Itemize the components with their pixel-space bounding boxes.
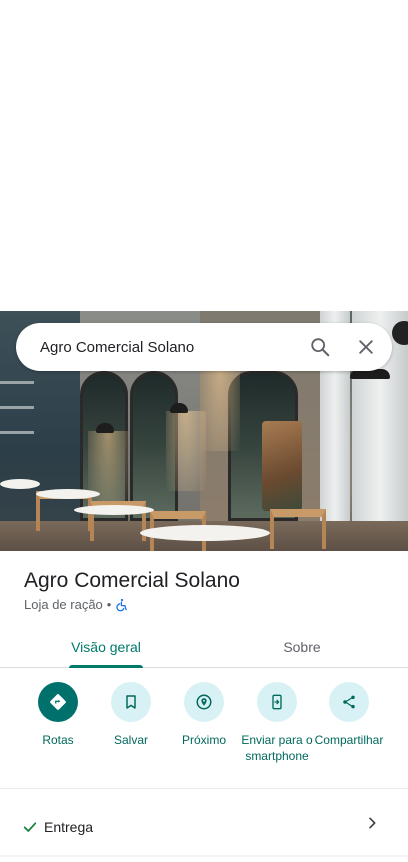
bottom-divider [0, 855, 408, 857]
photo-lamp [170, 403, 188, 413]
photo-table [140, 525, 270, 541]
share-label: Compartilhar [314, 733, 384, 747]
section-divider [0, 788, 408, 789]
photo-shelf [0, 406, 34, 409]
photo-shelf [0, 381, 34, 384]
place-title: Agro Comercial Solano [24, 569, 240, 592]
send-to-phone-icon [272, 694, 282, 710]
chevron-right-icon[interactable] [364, 815, 380, 831]
directions-icon [50, 694, 66, 710]
search-icon [311, 338, 330, 357]
send-to-phone-label: Enviar para o smartphone [241, 733, 313, 763]
directions-label: Rotas [42, 733, 74, 747]
photo-table [74, 505, 154, 515]
check-icon [23, 822, 37, 832]
separator-dot: • [106, 597, 112, 612]
save-label: Salvar [113, 733, 148, 747]
photo-table [0, 479, 40, 489]
photo-table [36, 489, 100, 499]
search-bar[interactable]: Agro Comercial Solano [16, 323, 392, 371]
send-to-phone-circle[interactable] [257, 682, 297, 722]
search-button[interactable] [300, 327, 340, 367]
delivery-row[interactable]: Entrega [0, 805, 408, 849]
share-icon [343, 695, 355, 709]
close-button[interactable] [346, 327, 386, 367]
directions-circle[interactable] [38, 682, 78, 722]
close-icon [359, 340, 373, 354]
photo-mural [262, 421, 302, 511]
place-subtitle: Loja de ração • [24, 597, 129, 612]
photo-light [88, 431, 128, 511]
nearby-label: Próximo [181, 733, 226, 747]
nearby-button[interactable]: Próximo [168, 682, 240, 748]
save-circle[interactable] [111, 682, 151, 722]
photo-light [200, 371, 240, 451]
active-tab-indicator [69, 665, 143, 668]
wheelchair-accessible-icon[interactable] [115, 598, 129, 612]
tab-overview[interactable]: Visão geral [55, 626, 157, 668]
place-page: Agro Comercial Solano Agro Comercial Sol… [0, 0, 408, 862]
save-button[interactable]: Salvar [95, 682, 167, 748]
bookmark-icon [126, 695, 136, 709]
send-to-phone-button[interactable]: Enviar para o smartphone [241, 682, 313, 764]
share-button[interactable]: Compartilhar [313, 682, 385, 748]
place-category[interactable]: Loja de ração [24, 597, 103, 612]
tab-about[interactable]: Sobre [250, 626, 354, 668]
directions-button[interactable]: Rotas [22, 682, 94, 748]
photo-shelf [0, 431, 34, 434]
nearby-icon [196, 694, 212, 710]
place-tabs: Visão geral Sobre [0, 626, 408, 668]
delivery-label: Entrega [44, 819, 94, 835]
photo-chair [270, 509, 326, 549]
share-circle[interactable] [329, 682, 369, 722]
nearby-circle[interactable] [184, 682, 224, 722]
photo-lamp [96, 423, 114, 433]
search-input[interactable]: Agro Comercial Solano [40, 339, 300, 356]
